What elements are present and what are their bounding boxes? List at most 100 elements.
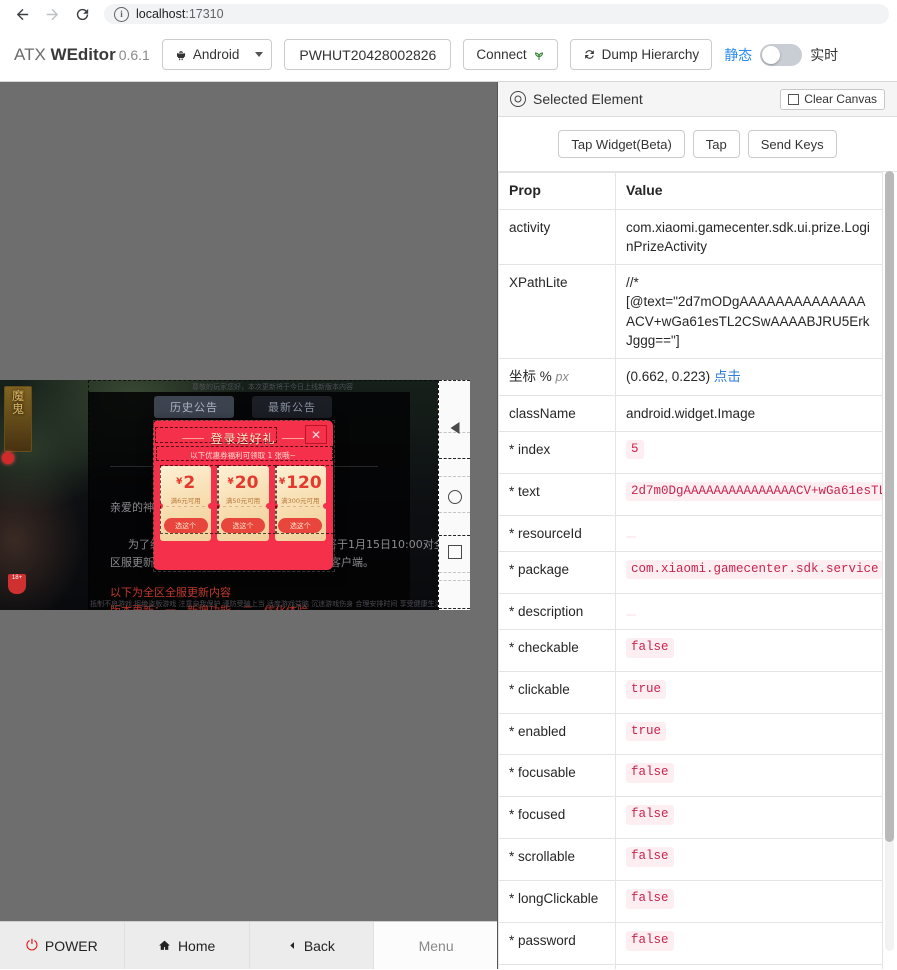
table-row: * scrollable false <box>498 838 883 882</box>
prop-value: com.xiaomi.gamecenter.sdk.ui.prize.Login… <box>615 208 883 266</box>
prize-card[interactable]: ¥20 满50元可用 选这个 <box>217 466 269 541</box>
main-split: 魔鬼 18+ 尊敬的玩家您好，本次更新将于今日上线新版本内容 历史公告 最新公告… <box>0 82 897 969</box>
prize-close-button[interactable]: ✕ <box>305 425 327 444</box>
device-serial-input[interactable]: PWHUT20428002826 <box>284 39 452 70</box>
coord-tap-link[interactable]: 点击 <box>714 369 741 384</box>
app-root: i localhost:17310 ATX WEditor 0.6.1 Andro… <box>0 0 897 970</box>
prize-card[interactable]: ¥2 满6元可用 选这个 <box>160 466 212 541</box>
android-home-icon[interactable] <box>447 490 462 504</box>
prop-code-value: 2d7m0DgAAAAAAAAAAAAAAACV+wGa61esTL2CSwAA… <box>626 481 882 502</box>
chevron-down-icon <box>255 52 264 57</box>
prize-select-button[interactable]: 选这个 <box>163 518 208 533</box>
tap-widget-button[interactable]: Tap Widget(Beta) <box>558 130 685 158</box>
prop-code-value: false <box>626 763 674 784</box>
table-row: * description <box>498 592 883 630</box>
url-host: localhost <box>136 7 186 21</box>
power-key-button[interactable]: ⏻ POWER <box>0 922 125 969</box>
prize-select-button[interactable]: 选这个 <box>220 518 265 533</box>
game-red-dot <box>2 452 14 464</box>
site-info-icon[interactable]: i <box>114 6 129 22</box>
prize-notch <box>274 503 326 509</box>
back-key-label: Back <box>303 937 335 954</box>
game-banner-text: 魔鬼 <box>11 389 24 416</box>
prize-card[interactable]: ¥120 满300元可用 选这个 <box>274 466 326 541</box>
table-row: * text 2d7m0DgAAAAAAAAAAAAAAACV+wGa61esTL… <box>498 472 883 516</box>
table-row: * longClickable false <box>498 880 883 924</box>
prop-value: false <box>615 796 883 840</box>
prize-currency: ¥ <box>278 477 286 487</box>
prop-value: false <box>615 922 883 965</box>
android-recents-icon[interactable] <box>447 545 462 559</box>
prop-name: 坐标 % px <box>498 357 616 396</box>
table-row: * selectedfalse <box>498 964 883 969</box>
prop-value: (0.662, 0.223) 点击 <box>615 357 883 396</box>
prize-notch <box>217 503 269 509</box>
platform-select[interactable]: Android <box>161 39 273 70</box>
power-key-label: POWER <box>44 937 98 954</box>
home-key-button[interactable]: Home <box>125 922 250 969</box>
prop-name: * enabled <box>498 712 616 756</box>
prize-notch <box>160 503 212 509</box>
prop-value: false <box>615 964 883 969</box>
send-keys-button[interactable]: Send Keys <box>747 130 837 158</box>
menu-key-button[interactable]: Menu <box>374 922 497 969</box>
connect-button[interactable]: Connect <box>463 39 558 70</box>
chevron-left-icon <box>290 942 294 949</box>
prop-name: * clickable <box>498 670 616 714</box>
prop-name: * selected <box>498 964 616 969</box>
prop-value: false <box>615 838 883 882</box>
omnibox[interactable]: i localhost:17310 <box>104 4 889 24</box>
clear-canvas-button[interactable]: Clear Canvas <box>780 88 885 110</box>
android-back-icon[interactable] <box>450 422 459 434</box>
mode-toggle-switch[interactable] <box>760 43 803 66</box>
prop-name: * index <box>498 430 616 474</box>
inspector-scroll-area[interactable]: Prop Value activity com.xiaomi.gamecenter… <box>498 172 897 969</box>
inspector-actions: Tap Widget(Beta) Tap Send Keys <box>498 117 897 172</box>
prize-select-button[interactable]: 选这个 <box>278 518 323 533</box>
browser-back-icon[interactable] <box>8 0 36 28</box>
table-row: XPathLite//*[@text="2d7mODgAAAAAAAAAAAAA… <box>498 264 883 359</box>
browser-toolbar: i localhost:17310 <box>0 0 897 28</box>
prop-value: false <box>615 628 883 672</box>
app-title: ATX WEditor 0.6.1 <box>14 45 150 65</box>
prop-value: true <box>615 670 883 714</box>
age-rating-badge: 18+ <box>8 574 26 594</box>
prop-value: //*[@text="2d7mODgAAAAAAAAAAAAAAACV+wGa6… <box>615 264 883 359</box>
prop-value: true <box>615 712 883 756</box>
back-key-button[interactable]: Back <box>250 922 375 969</box>
prop-name: * password <box>498 922 616 965</box>
device-key-bar: ⏻ POWER Home Back Menu <box>0 921 497 969</box>
prize-title-text: 登录送好礼 <box>210 432 276 446</box>
inspector-title: Selected Element <box>533 91 643 107</box>
prop-code-value: true <box>626 679 667 700</box>
browser-forward-icon[interactable] <box>38 0 66 28</box>
prop-name: * description <box>498 592 616 630</box>
game-footer-notice: 抵制不良游戏 拒绝盗版游戏 注意自我保护 谨防受骗上当 适度游戏益脑 沉迷游戏伤… <box>90 600 442 608</box>
live-mode-label[interactable]: 实时 <box>810 45 838 65</box>
game-tab-history[interactable]: 历史公告 <box>154 396 234 418</box>
game-tab-latest[interactable]: 最新公告 <box>252 396 332 418</box>
inspector-vertical-scrollbar[interactable] <box>885 171 894 951</box>
coord-value: (0.662, 0.223) <box>626 368 711 384</box>
toggle-knob <box>762 45 781 64</box>
browser-reload-icon[interactable] <box>68 0 96 28</box>
prop-name: * focusable <box>498 754 616 798</box>
static-mode-label[interactable]: 静态 <box>724 45 752 65</box>
app-toolbar: ATX WEditor 0.6.1 Android PWHUT2042800282… <box>0 28 897 82</box>
prop-name: XPathLite <box>498 264 616 359</box>
tap-button[interactable]: Tap <box>692 130 740 158</box>
scrollbar-thumb[interactable] <box>885 171 894 842</box>
dump-hierarchy-button[interactable]: Dump Hierarchy <box>569 39 713 70</box>
device-screen-panel[interactable]: 魔鬼 18+ 尊敬的玩家您好，本次更新将于今日上线新版本内容 历史公告 最新公告… <box>0 82 498 969</box>
prop-code-value: false <box>626 931 674 951</box>
table-row: * password false <box>498 922 883 965</box>
prize-value: 2 <box>183 473 196 493</box>
power-icon: ⏻ <box>25 937 38 954</box>
refresh-icon <box>584 50 594 59</box>
prize-value: 120 <box>286 473 322 493</box>
clear-canvas-label: Clear Canvas <box>804 92 877 106</box>
prop-code-value: false <box>626 637 674 658</box>
device-screenshot[interactable]: 魔鬼 18+ 尊敬的玩家您好，本次更新将于今日上线新版本内容 历史公告 最新公告… <box>0 380 470 610</box>
prize-amount: ¥2 <box>160 473 211 493</box>
prize-amount: ¥20 <box>217 473 268 493</box>
